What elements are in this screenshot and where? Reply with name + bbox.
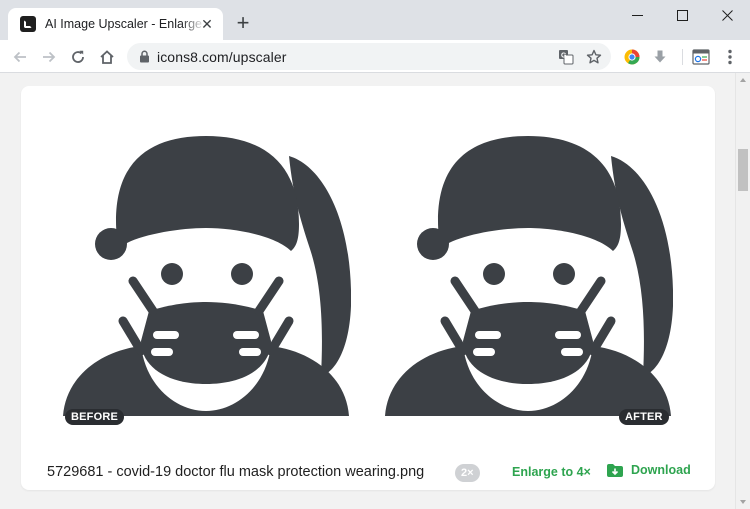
close-window-button[interactable] <box>705 0 750 30</box>
page-scrollbar[interactable] <box>735 73 750 509</box>
after-image <box>385 136 673 416</box>
more-vert-icon <box>728 49 732 65</box>
browser-tab[interactable]: AI Image Upscaler - Enlarge Images ✕ <box>8 8 223 40</box>
browser-titlebar: AI Image Upscaler - Enlarge Images ✕ + <box>0 0 750 40</box>
tab-close-icon[interactable]: ✕ <box>199 16 215 32</box>
download-arrow-icon <box>654 50 666 63</box>
before-image <box>63 136 351 416</box>
lock-icon <box>140 50 149 63</box>
minimize-button[interactable] <box>615 0 660 30</box>
forward-button[interactable] <box>37 45 61 69</box>
toolbar-divider <box>682 49 683 65</box>
address-bar[interactable]: icons8.com/upscaler G <box>127 43 611 70</box>
file-name: 5729681 - covid-19 doctor flu mask prote… <box>47 464 425 480</box>
upscale-result-card: BEFORE AFTER 5729681 - covid-19 doctor f… <box>21 86 715 490</box>
translate-icon[interactable]: G <box>557 48 575 66</box>
icons8-favicon-icon <box>20 16 36 32</box>
home-button[interactable] <box>95 45 119 69</box>
download-label: Download <box>631 463 691 477</box>
forward-arrow-icon <box>43 51 56 63</box>
back-button[interactable] <box>8 45 32 69</box>
url-text: icons8.com/upscaler <box>157 49 287 65</box>
new-tab-button[interactable]: + <box>232 12 254 34</box>
maximize-icon <box>677 9 688 21</box>
back-arrow-icon <box>13 51 26 63</box>
bookmark-star-icon[interactable] <box>585 48 603 66</box>
reload-icon <box>72 50 84 63</box>
webpage-icon <box>692 49 710 65</box>
chrome-extension-icon <box>624 49 640 65</box>
svg-text:G: G <box>561 53 567 60</box>
folder-download-icon <box>607 463 623 477</box>
close-icon <box>722 9 733 21</box>
after-label: AFTER <box>619 409 669 425</box>
reader-button[interactable] <box>689 45 713 69</box>
download-button[interactable]: Download <box>607 463 691 477</box>
scroll-down-arrow-icon[interactable] <box>740 500 746 504</box>
menu-button[interactable] <box>718 45 742 69</box>
enlarge-4x-button[interactable]: Enlarge to 4× <box>512 465 591 479</box>
home-icon <box>100 50 114 64</box>
scale-badge: 2× <box>455 464 480 482</box>
tab-title: AI Image Upscaler - Enlarge Images <box>45 17 205 31</box>
reload-button[interactable] <box>66 45 90 69</box>
scroll-up-arrow-icon[interactable] <box>740 78 746 82</box>
before-label: BEFORE <box>65 409 125 425</box>
downloads-button[interactable] <box>648 45 672 69</box>
extension-button[interactable] <box>620 45 644 69</box>
minimize-icon <box>632 14 643 16</box>
scrollbar-thumb[interactable] <box>738 149 748 191</box>
browser-toolbar: icons8.com/upscaler G <box>0 40 750 73</box>
maximize-button[interactable] <box>660 0 705 30</box>
page-viewport: BEFORE AFTER 5729681 - covid-19 doctor f… <box>0 73 735 509</box>
